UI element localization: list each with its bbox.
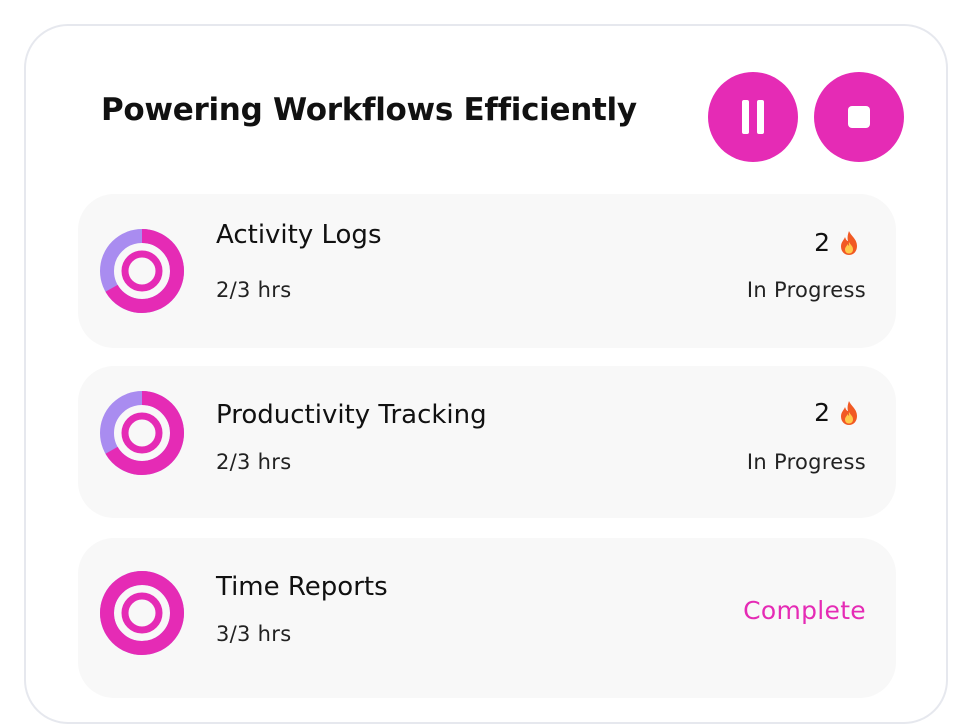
fire-icon: [841, 400, 857, 425]
task-hours: 3/3 hrs: [216, 622, 292, 646]
streak-count: 2: [814, 228, 860, 257]
task-row[interactable]: Activity Logs 2/3 hrs 2 In Progress: [78, 194, 896, 348]
task-row[interactable]: Time Reports 3/3 hrs Complete: [78, 538, 896, 698]
fire-icon: [841, 230, 857, 255]
task-hours: 2/3 hrs: [216, 278, 292, 302]
status-text: In Progress: [746, 278, 866, 302]
streak-value: 2: [814, 228, 830, 257]
progress-ring-icon: [100, 391, 184, 475]
task-name: Time Reports: [216, 572, 388, 602]
status-text: In Progress: [746, 450, 866, 474]
stop-icon: [848, 106, 870, 128]
task-name: Productivity Tracking: [216, 400, 487, 430]
status-text: Complete: [743, 596, 866, 625]
progress-ring-icon: [100, 571, 184, 655]
progress-ring-icon: [100, 229, 184, 313]
task-name: Activity Logs: [216, 220, 382, 250]
task-row[interactable]: Productivity Tracking 2/3 hrs 2 In Progr…: [78, 366, 896, 518]
streak-value: 2: [814, 398, 830, 427]
task-hours: 2/3 hrs: [216, 450, 292, 474]
stop-button[interactable]: [814, 72, 904, 162]
pause-button[interactable]: [708, 72, 798, 162]
page-title: Powering Workflows Efficiently: [101, 92, 637, 128]
streak-count: 2: [814, 398, 860, 427]
pause-icon: [738, 100, 768, 134]
